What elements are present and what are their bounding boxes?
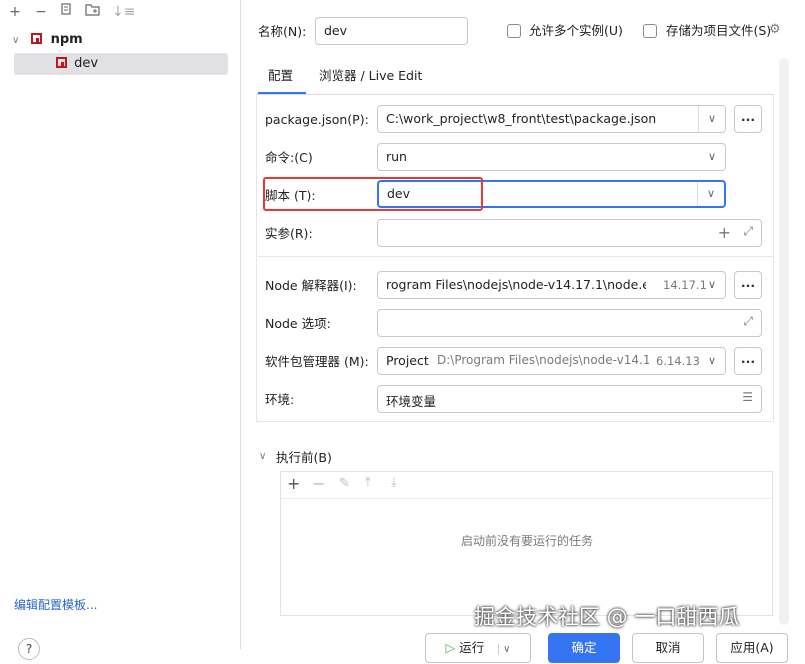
args-label: 实参(R): [265, 226, 313, 241]
chevron-down-icon[interactable]: ∨ [259, 451, 266, 462]
section-divider [258, 256, 774, 257]
tree-item-label: dev [74, 56, 99, 71]
chevron-down-icon[interactable]: ∨ [699, 348, 725, 374]
tab-browser[interactable]: 浏览器 / Live Edit [319, 67, 422, 85]
gear-icon[interactable]: ⚙ [769, 22, 781, 37]
before-launch-list: + − ✎ ⤒ ⤓ 启动前没有要运行的任务 [280, 471, 773, 616]
node-options-input[interactable]: ⤢ [377, 309, 762, 337]
run-label: 运行 [459, 640, 485, 655]
environment-input[interactable]: 环境变量 ☰ [377, 385, 762, 413]
move-up-icon[interactable]: ⤒ [365, 475, 371, 490]
minus-icon[interactable]: − [32, 3, 50, 21]
package-json-select[interactable]: C:\work_project\w8_front\test\package.js… [377, 105, 726, 133]
environment-label: 环境: [265, 392, 295, 407]
move-down-icon[interactable]: ⤓ [391, 475, 397, 490]
folder-add-icon[interactable] [84, 3, 102, 21]
expand-icon[interactable]: ⤢ [743, 224, 753, 239]
list-icon[interactable]: ☰ [742, 390, 753, 404]
name-label: 名称(N): [258, 24, 307, 39]
browse-button[interactable]: ... [734, 105, 762, 133]
browse-button[interactable]: ... [734, 271, 762, 299]
package-manager-name: Project [386, 353, 429, 368]
ok-button[interactable]: 确定 [548, 633, 620, 663]
chevron-down-icon[interactable]: ∨ [699, 144, 725, 170]
before-launch-toolbar: + − ✎ ⤒ ⤓ [281, 472, 772, 499]
command-label: 命令:(C) [265, 150, 313, 165]
browse-button[interactable]: ... [734, 347, 762, 375]
sort-icon[interactable]: ↓≡ [112, 3, 135, 21]
package-manager-version: 6.14.13 [656, 354, 700, 368]
store-as-file-checkbox[interactable] [643, 24, 657, 38]
copy-icon[interactable] [58, 3, 76, 21]
tree-item-npm[interactable]: ∨ npm [12, 29, 228, 51]
store-as-file-label: 存储为项目文件(S) [666, 23, 772, 38]
allow-parallel-label: 允许多个实例(U) [529, 23, 623, 38]
plus-icon[interactable]: + [6, 3, 24, 21]
play-icon: ▷ [445, 640, 456, 655]
scrollbar[interactable] [779, 58, 789, 625]
node-interpreter-select[interactable]: rogram Files\nodejs\node-v14.17.1\node.e… [377, 271, 726, 299]
package-manager-select[interactable]: Project D:\Program Files\nodejs\node-v14… [377, 347, 726, 375]
node-interpreter-label: Node 解释器(I): [265, 278, 357, 293]
package-manager-path: D:\Program Files\nodejs\node-v14.1 [437, 353, 649, 367]
edit-icon[interactable]: ✎ [339, 476, 350, 491]
plus-icon[interactable]: + [287, 474, 300, 493]
args-input[interactable]: + ⤢ [377, 219, 762, 247]
tab-config[interactable]: 配置 [268, 67, 293, 85]
edit-templates-link[interactable]: 编辑配置模板... [14, 596, 97, 613]
node-options-label: Node 选项: [265, 316, 331, 331]
watermark: 掘金技术社区 @ 一口甜西瓜 [474, 605, 740, 629]
node-interpreter-value: rogram Files\nodejs\node-v14.17.1\node.e… [386, 277, 646, 292]
name-field[interactable]: dev [315, 17, 468, 45]
chevron-down-icon[interactable]: ∨ [697, 182, 724, 206]
package-json-label: package.json(P): [265, 112, 369, 127]
package-json-value: C:\work_project\w8_front\test\package.js… [386, 111, 657, 126]
apply-button[interactable]: 应用(A) [716, 633, 788, 663]
npm-icon [56, 57, 67, 68]
help-button[interactable]: ? [18, 638, 40, 660]
package-manager-label: 软件包管理器 (M): [265, 354, 369, 369]
environment-placeholder: 环境变量 [386, 394, 437, 409]
chevron-down-icon[interactable]: ∨ [698, 106, 725, 132]
name-value: dev [324, 23, 348, 38]
tree-item-dev[interactable]: dev [14, 53, 228, 75]
expand-icon[interactable]: ⤢ [743, 314, 753, 329]
npm-icon [31, 33, 43, 44]
run-button[interactable]: ▷ 运行 ∨ [425, 633, 531, 663]
command-value: run [386, 149, 407, 164]
plus-icon[interactable]: + [718, 223, 731, 242]
command-select[interactable]: run ∨ [377, 143, 726, 171]
chevron-down-icon[interactable]: ∨ [498, 644, 511, 655]
minus-icon[interactable]: − [312, 474, 325, 493]
chevron-down-icon[interactable]: ∨ [699, 272, 725, 298]
configurations-sidebar: + − ↓≡ ∨ npm dev 编辑配置模板... ? [0, 0, 241, 660]
allow-parallel-checkbox[interactable] [507, 24, 521, 38]
chevron-down-icon[interactable]: ∨ [12, 35, 19, 46]
cancel-button[interactable]: 取消 [632, 633, 704, 663]
tree-item-label: npm [50, 32, 83, 47]
highlight-box [263, 177, 483, 211]
before-launch-label[interactable]: 执行前(B) [276, 449, 332, 467]
empty-tasks-text: 启动前没有要运行的任务 [461, 534, 594, 548]
